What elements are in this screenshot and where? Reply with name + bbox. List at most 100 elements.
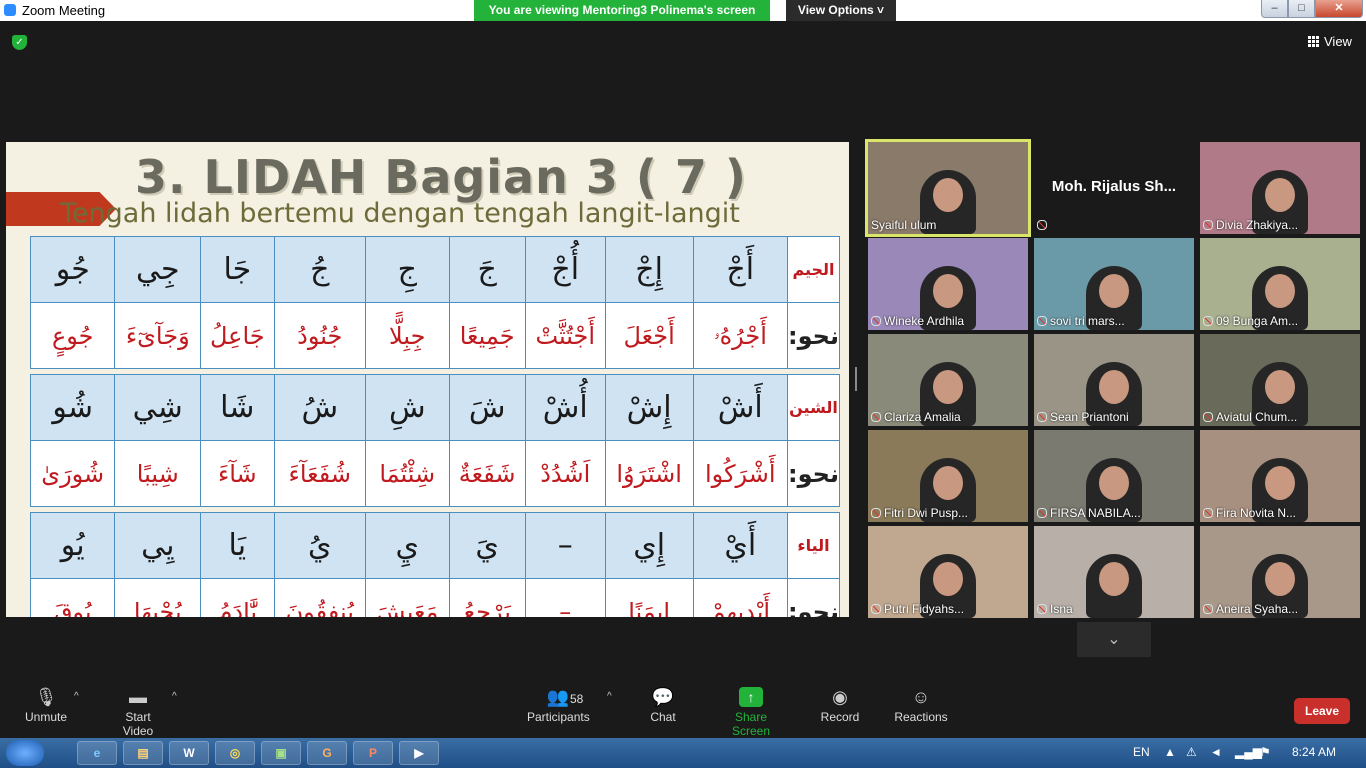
share-screen-label: Share Screen	[731, 710, 771, 738]
participants-icon: 👥	[546, 687, 570, 707]
participant-tile[interactable]: Clariza Amalia	[868, 334, 1028, 426]
unmute-button[interactable]: 🎙 Unmute	[24, 687, 68, 724]
participant-name-text: Divia Zhakiya...	[1216, 218, 1299, 232]
record-button[interactable]: ◉ Record	[820, 687, 860, 724]
example-word-cell: شَآءَ	[200, 440, 275, 507]
letter-cell: شَ	[448, 374, 526, 441]
letter-cell: جِي	[114, 236, 202, 303]
participant-name-text: Syaiful ulum	[871, 218, 937, 232]
panel-resize-handle[interactable]	[855, 367, 857, 391]
explorer-icon[interactable]: ▤	[123, 741, 163, 765]
start-button[interactable]	[6, 740, 44, 766]
chrome-icon[interactable]: ◎	[215, 741, 255, 765]
letter-cell: أُجْ	[524, 236, 606, 303]
participant-face	[1265, 178, 1295, 212]
letter-cell: جُ	[273, 236, 366, 303]
participant-name-text: sovi tri mars...	[1050, 314, 1125, 328]
participant-tile[interactable]: Syaiful ulum	[865, 139, 1031, 237]
participant-tile[interactable]: sovi tri mars...	[1034, 238, 1194, 330]
powerpoint-icon[interactable]: P	[353, 741, 393, 765]
participant-tile[interactable]: Divia Zhakiya...	[1200, 142, 1360, 234]
mic-muted-icon	[1203, 412, 1213, 422]
letter-cell: يَ	[448, 512, 526, 579]
minimize-button[interactable]: –	[1261, 0, 1288, 18]
example-word-cell: يَّٰادَمُ	[200, 578, 275, 617]
participant-name-text: Sean Priantoni	[1050, 410, 1129, 424]
folder-icon[interactable]: ▣	[261, 741, 301, 765]
participant-name-text: Fitri Dwi Pusp...	[884, 506, 969, 520]
share-screen-button[interactable]: ↑ Share Screen	[716, 687, 786, 738]
letter-cell: جَ	[448, 236, 526, 303]
participant-face	[933, 466, 963, 500]
participant-tile[interactable]: Aviatul Chum...	[1200, 334, 1360, 426]
shared-screen: 3. LIDAH Bagian 3 ( 7 ) Tengah lidah ber…	[6, 142, 849, 617]
participant-tile[interactable]: Fitri Dwi Pusp...	[868, 430, 1028, 522]
app-icon[interactable]: G	[307, 741, 347, 765]
participant-tile[interactable]: Sean Priantoni	[1034, 334, 1194, 426]
tray-expand-icon[interactable]: ▲	[1164, 745, 1176, 759]
volume-icon[interactable]: ◄	[1210, 745, 1222, 759]
clock[interactable]: 8:24 AM	[1292, 745, 1336, 759]
maximize-button[interactable]: □	[1288, 0, 1315, 18]
chat-icon: 💬	[651, 687, 675, 707]
audio-options-caret[interactable]: ^	[74, 691, 79, 702]
participant-name: Clariza Amalia	[871, 410, 961, 424]
gallery-scroll-down-button[interactable]: ⌄	[1077, 622, 1151, 657]
network-icon[interactable]: ⚠	[1186, 745, 1197, 759]
letter-cell: شُو	[29, 374, 116, 441]
example-word-cell: –	[524, 578, 606, 617]
participant-name: Fira Novita N...	[1203, 506, 1296, 520]
language-indicator[interactable]: EN	[1133, 745, 1150, 759]
zoom-icon[interactable]: ▶	[399, 741, 439, 765]
participant-display-name: Moh. Rijalus Sh...	[1051, 178, 1177, 195]
participant-tile[interactable]: Wineke Ardhila	[868, 238, 1028, 330]
participant-face	[933, 562, 963, 596]
participant-name: Aneira Syaha...	[1203, 602, 1298, 616]
view-layout-button[interactable]: View	[1308, 34, 1352, 49]
video-options-caret[interactable]: ^	[172, 691, 177, 702]
view-options-button[interactable]: View Options ˅	[786, 0, 896, 21]
slide-title: 3. LIDAH Bagian 3 ( 7 )	[135, 150, 747, 204]
mic-muted-icon	[871, 604, 881, 614]
mic-muted-icon	[1037, 412, 1047, 422]
security-shield-icon[interactable]: ✓	[12, 35, 27, 50]
record-label: Record	[820, 710, 860, 724]
mic-muted-icon	[871, 316, 881, 326]
letter-cell: شِ	[364, 374, 450, 441]
participant-tile[interactable]: Isna	[1034, 526, 1194, 618]
ie-icon[interactable]: e	[77, 741, 117, 765]
mic-muted-icon	[1037, 316, 1047, 326]
mic-muted-icon	[1037, 604, 1047, 614]
flag-icon[interactable]: ⚑	[1260, 745, 1271, 759]
participant-tile[interactable]: Aneira Syaha...	[1200, 526, 1360, 618]
participant-tile[interactable]: Fira Novita N...	[1200, 430, 1360, 522]
start-video-button[interactable]: ▬ Start Video	[109, 687, 167, 738]
participant-tile[interactable]: 09 Bunga Am...	[1200, 238, 1360, 330]
word-icon[interactable]: W	[169, 741, 209, 765]
example-word-cell: جِبِلًّا	[364, 302, 450, 369]
participant-name: Sean Priantoni	[1037, 410, 1129, 424]
close-button[interactable]: ✕	[1315, 0, 1363, 18]
participant-face	[1099, 466, 1129, 500]
participant-tile[interactable]: Moh. Rijalus Sh...	[1034, 142, 1194, 234]
letter-cell: أَشْ	[692, 374, 789, 441]
meeting-toolbar: 🎙 Unmute ^ ▬ Start Video ^ 👥 Participant…	[0, 683, 1366, 738]
participant-name: sovi tri mars...	[1037, 314, 1125, 328]
participant-name: Isna	[1037, 602, 1073, 616]
windows-taskbar: e ▤ W ◎ ▣ G P ▶ EN ▲ ⚠ ◄ ▂▄▆ ⚑ 8:24 AM	[0, 738, 1366, 768]
leave-button[interactable]: Leave	[1294, 698, 1350, 724]
participants-options-caret[interactable]: ^	[607, 691, 612, 702]
example-word-cell: يُنفِقُونَ	[273, 578, 366, 617]
example-word-cell: شُورَىٰ	[29, 440, 116, 507]
example-label: نحو:	[787, 302, 840, 369]
reactions-button[interactable]: ☺ Reactions	[894, 687, 948, 724]
example-word-cell: أَجْرُهُۥ	[692, 302, 789, 369]
letters-row: الياء أَيْ إِي – يَ يِ يُ يَا يِي يُو	[29, 512, 840, 579]
signal-icon[interactable]: ▂▄▆	[1235, 745, 1262, 759]
share-screen-icon: ↑	[739, 687, 763, 707]
chat-button[interactable]: 💬 Chat	[649, 687, 677, 724]
participant-tile[interactable]: Putri Fidyahs...	[868, 526, 1028, 618]
participant-name-text: Isna	[1050, 602, 1073, 616]
participant-tile[interactable]: FIRSA NABILA...	[1034, 430, 1194, 522]
letter-cell: أَيْ	[692, 512, 789, 579]
